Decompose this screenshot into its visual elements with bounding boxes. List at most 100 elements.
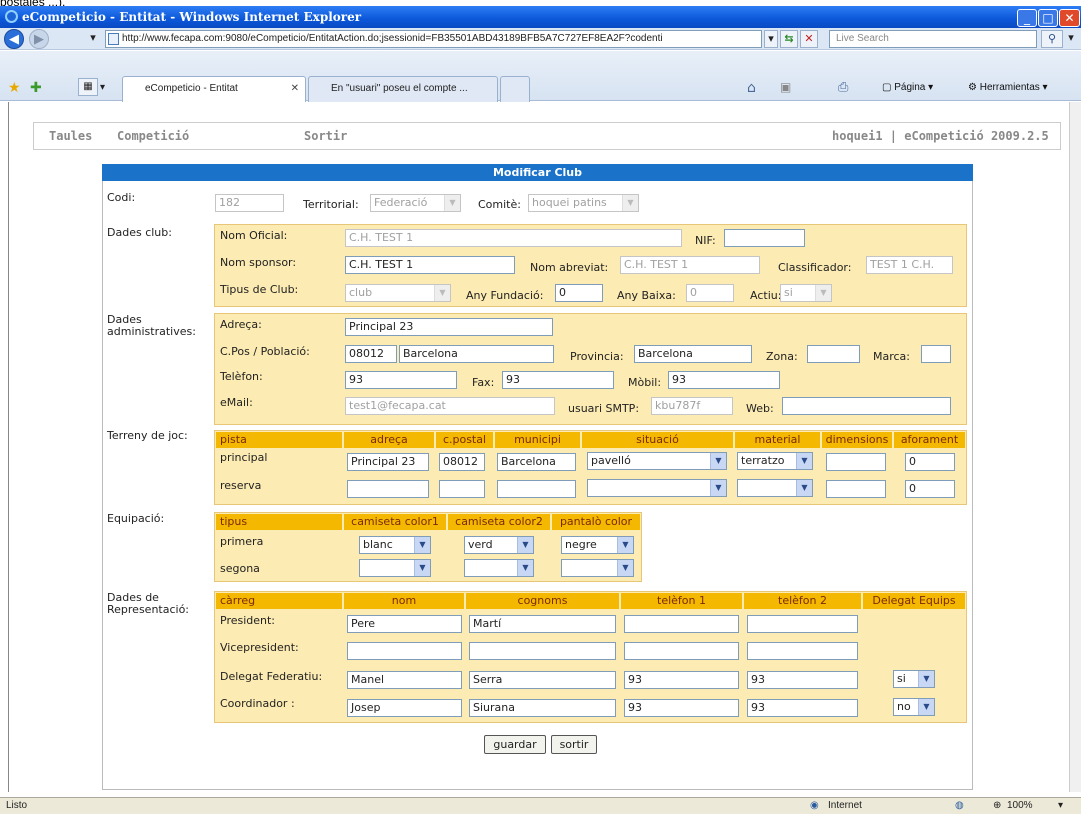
rep-delegat-select[interactable]: no ▼ xyxy=(893,698,935,716)
any-fundacio-field[interactable]: 0 xyxy=(555,284,603,302)
close-window-button[interactable]: ✕ xyxy=(1059,9,1080,27)
web-field[interactable] xyxy=(782,397,951,415)
add-favorite-icon[interactable]: ✚ xyxy=(30,80,42,96)
rep-telefon2-field[interactable]: 93 xyxy=(747,699,858,717)
terreny-municipi-field[interactable] xyxy=(497,480,576,498)
terreny-material-select[interactable]: ▼ xyxy=(737,479,813,497)
terreny-aforament-field[interactable]: 0 xyxy=(905,480,955,498)
refresh-icon[interactable]: ⇆ xyxy=(780,30,798,48)
rep-telefon1-field[interactable]: 93 xyxy=(624,671,739,689)
cpos-field[interactable]: 08012 xyxy=(345,345,397,363)
page-menu[interactable]: ▢ Página ▾ xyxy=(882,82,933,93)
tools-menu[interactable]: ⚙ Herramientas ▾ xyxy=(968,82,1048,93)
close-tab-icon[interactable]: ✕ xyxy=(291,77,299,101)
equipacio-c2-select[interactable]: verd ▼ xyxy=(464,536,534,554)
terreny-adreca-field[interactable] xyxy=(347,480,429,498)
zona-field[interactable] xyxy=(807,345,860,363)
terreny-adreca-field[interactable]: Principal 23 xyxy=(347,453,429,471)
terreny-material-select[interactable]: terratzo ▼ xyxy=(737,452,813,470)
terreny-aforament-field[interactable]: 0 xyxy=(905,453,955,471)
history-dropdown-icon[interactable]: ▾ xyxy=(86,30,100,48)
zoom-dropdown-icon[interactable]: ▾ xyxy=(1058,798,1063,814)
rep-telefon1-field[interactable] xyxy=(624,615,739,633)
equipacio-p-select[interactable]: ▼ xyxy=(561,559,634,577)
sortir-button[interactable]: sortir xyxy=(551,735,597,754)
email-field[interactable]: test1@fecapa.cat xyxy=(345,397,555,415)
nom-abreviat-field[interactable]: C.H. TEST 1 xyxy=(620,256,760,274)
poblacio-field[interactable]: Barcelona xyxy=(399,345,554,363)
guardar-button[interactable]: guardar xyxy=(484,735,546,754)
favorites-star-icon[interactable]: ★ xyxy=(8,80,21,96)
quick-tabs-icon[interactable]: ▦ xyxy=(78,78,98,96)
adreca-field[interactable]: Principal 23 xyxy=(345,318,553,336)
forward-button[interactable]: ▶ xyxy=(29,29,49,49)
rep-telefon1-field[interactable] xyxy=(624,642,739,660)
tools-menu-label: Herramientas xyxy=(979,82,1040,93)
rep-telefon2-field[interactable] xyxy=(747,615,858,633)
maximize-button[interactable]: □ xyxy=(1038,9,1058,27)
territorial-select[interactable]: Federació ▼ xyxy=(370,194,461,212)
search-icon[interactable]: ⚲ xyxy=(1041,30,1063,48)
smtp-field[interactable]: kbu787f xyxy=(651,397,733,415)
marca-field[interactable] xyxy=(921,345,951,363)
rep-telefon1-field[interactable]: 93 xyxy=(624,699,739,717)
comite-select[interactable]: hoquei patins ▼ xyxy=(528,194,639,212)
equipacio-c1-select[interactable]: blanc ▼ xyxy=(359,536,431,554)
zoom-level[interactable]: 100% xyxy=(1007,798,1033,814)
print-icon[interactable]: ⎙ xyxy=(838,80,848,95)
rep-carreg-label: Delegat Federatiu: xyxy=(220,670,323,683)
menu-competicio[interactable]: Competició xyxy=(117,123,189,149)
rep-cognoms-field[interactable] xyxy=(469,642,616,660)
tab-usuari[interactable]: En "usuari" poseu el compte ... xyxy=(308,76,498,102)
rep-telefon2-field[interactable]: 93 xyxy=(747,671,858,689)
tab-list-dropdown-icon[interactable]: ▾ xyxy=(100,82,105,93)
search-options-icon[interactable]: ▾ xyxy=(1065,30,1077,48)
rep-nom-field[interactable]: Pere xyxy=(347,615,462,633)
equipacio-p-select[interactable]: negre ▼ xyxy=(561,536,634,554)
home-icon[interactable]: ⌂ xyxy=(747,80,756,96)
rep-nom-field[interactable] xyxy=(347,642,462,660)
stop-icon[interactable]: ✕ xyxy=(800,30,818,48)
mobil-field[interactable]: 93 xyxy=(668,371,780,389)
actiu-select[interactable]: si ▼ xyxy=(780,284,832,302)
equipacio-c2-select[interactable]: ▼ xyxy=(464,559,534,577)
terreny-cpostal-field[interactable]: 08012 xyxy=(439,453,485,471)
rep-telefon2-field[interactable] xyxy=(747,642,858,660)
page-icon-small: ▢ xyxy=(882,82,895,93)
rep-cognoms-field[interactable]: Martí xyxy=(469,615,616,633)
terreny-situacio-select[interactable]: ▼ xyxy=(587,479,727,497)
rep-nom-field[interactable]: Josep xyxy=(347,699,462,717)
menu-taules[interactable]: Taules xyxy=(49,123,92,149)
new-tab-button[interactable] xyxy=(500,76,530,102)
fax-field[interactable]: 93 xyxy=(502,371,614,389)
any-baixa-field[interactable]: 0 xyxy=(686,284,734,302)
provincia-field[interactable]: Barcelona xyxy=(634,345,752,363)
menu-sortir[interactable]: Sortir xyxy=(304,123,347,149)
rep-nom-field[interactable]: Manel xyxy=(347,671,462,689)
rep-cognoms-field[interactable]: Serra xyxy=(469,671,616,689)
classificador-field[interactable]: TEST 1 C.H. xyxy=(866,256,953,274)
rep-delegat-select[interactable]: si ▼ xyxy=(893,670,935,688)
nom-sponsor-field[interactable]: C.H. TEST 1 xyxy=(345,256,515,274)
feeds-icon[interactable]: ▣ xyxy=(780,80,791,94)
terreny-dimensions-field[interactable] xyxy=(826,453,886,471)
terreny-municipi-field[interactable]: Barcelona xyxy=(497,453,576,471)
codi-field[interactable]: 182 xyxy=(215,194,284,212)
back-button[interactable]: ◀ xyxy=(4,29,24,49)
nif-field[interactable] xyxy=(724,229,805,247)
equipacio-c1-select[interactable]: ▼ xyxy=(359,559,431,577)
terreny-situacio-select[interactable]: pavelló ▼ xyxy=(587,452,727,470)
rep-cognoms-field[interactable]: Siurana xyxy=(469,699,616,717)
search-input[interactable]: Live Search xyxy=(829,30,1037,48)
minimize-button[interactable]: _ xyxy=(1017,9,1037,27)
nom-oficial-field[interactable]: C.H. TEST 1 xyxy=(345,229,682,247)
terreny-dimensions-field[interactable] xyxy=(826,480,886,498)
delegat-value: si xyxy=(897,672,906,685)
vertical-scrollbar[interactable] xyxy=(1069,102,1081,792)
terreny-cpostal-field[interactable] xyxy=(439,480,485,498)
tab-ecompeticio[interactable]: eCompeticio - Entitat ✕ xyxy=(122,76,306,102)
telefon-field[interactable]: 93 xyxy=(345,371,457,389)
tipus-club-select[interactable]: club ▼ xyxy=(345,284,451,302)
address-bar[interactable]: http://www.fecapa.com:9080/eCompeticio/E… xyxy=(105,30,762,48)
address-dropdown-icon[interactable]: ▾ xyxy=(764,30,778,48)
